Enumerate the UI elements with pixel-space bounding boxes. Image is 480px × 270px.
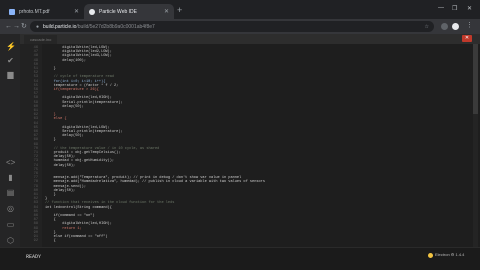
browser-tab-label: Particle Web IDE [99, 8, 137, 15]
address-path: /build/5e27d2b8b9a0c0001ab4f8e7 [76, 23, 155, 30]
new-tab-button[interactable]: + [177, 5, 182, 15]
bookmark-star-icon[interactable]: ☆ [425, 24, 429, 30]
window-close-icon[interactable]: ✕ [467, 5, 472, 12]
close-file-button[interactable]: ✕ [462, 35, 472, 42]
lock-icon: ● [36, 23, 40, 30]
browser-toolbar: ← → ↻ ● build.particle.io /build/5e27d2b… [0, 19, 480, 34]
status-text: READY [26, 254, 42, 260]
code-editor[interactable]: 46 digitalWrite(led,LOW); 47 digitalWrite… [20, 44, 480, 247]
scrollbar-thumb[interactable] [473, 44, 478, 114]
extension-icon[interactable] [441, 23, 448, 30]
editor-scrollbar[interactable] [473, 44, 478, 247]
code-icon[interactable]: <> [6, 158, 15, 167]
browser-tab-label: prhoto.MT.pdf [19, 8, 50, 15]
flash-icon[interactable]: ⚡ [6, 42, 16, 51]
verify-icon[interactable]: ✔ [6, 56, 15, 65]
close-tab-icon[interactable]: ✕ [74, 8, 79, 15]
pdf-favicon-icon [9, 8, 15, 15]
line-number: 92 [33, 239, 38, 244]
close-tab-icon[interactable]: ✕ [164, 8, 169, 15]
browser-tab-pdf[interactable]: prhoto.MT.pdf ✕ [4, 4, 84, 19]
docs-icon[interactable]: ▤ [6, 188, 15, 197]
browser-tab-strip: prhoto.MT.pdf ✕ Particle Web IDE ✕ + — ❐… [0, 0, 480, 19]
minimize-icon[interactable]: — [438, 5, 444, 11]
address-host: build.particle.io [43, 23, 77, 30]
device-status-dot [428, 253, 433, 258]
integrations-icon[interactable]: ⬡ [6, 236, 15, 245]
file-tab[interactable]: cascade.ino [24, 35, 58, 44]
code-line: 92 { [20, 239, 460, 243]
devices-icon[interactable]: ◎ [6, 204, 15, 213]
save-icon[interactable]: ▆ [6, 70, 15, 79]
address-bar[interactable]: ● build.particle.io /build/5e27d2b8b9a0c… [30, 21, 434, 32]
back-icon[interactable]: ← [5, 22, 12, 31]
profile-avatar[interactable] [452, 23, 459, 30]
console-icon[interactable]: ▭ [6, 220, 15, 229]
browser-tab-particle-ide[interactable]: Particle Web IDE ✕ [84, 4, 174, 19]
reload-icon[interactable]: ↻ [21, 22, 27, 31]
code-text: { [45, 239, 56, 244]
status-bar: READY Electron ⚙ 1.4.4 [0, 247, 480, 270]
device-selector[interactable]: Electron ⚙ 1.4.4 [435, 252, 464, 257]
browser-menu-icon[interactable]: ⋮ [466, 21, 473, 30]
maximize-icon[interactable]: ❐ [452, 5, 457, 12]
forward-icon[interactable]: → [13, 22, 20, 31]
libraries-icon[interactable]: ▮ [6, 173, 15, 182]
file-tab-bar: cascade.ino ✕ [20, 34, 480, 44]
particle-favicon-icon [89, 8, 95, 15]
ide-sidebar: ⚡✔▆<>▮▤◎▭⬡⚙ [0, 34, 20, 270]
